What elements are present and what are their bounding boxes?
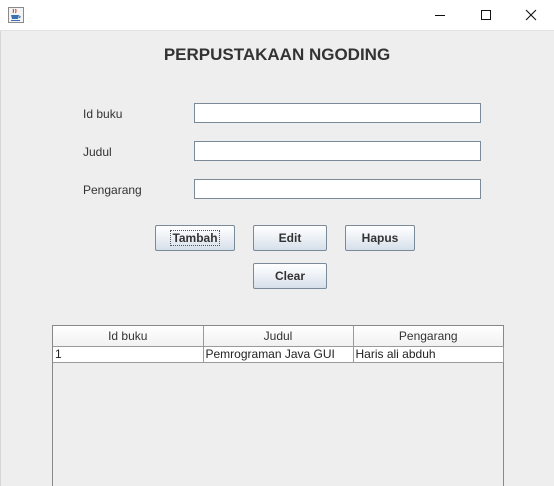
close-icon <box>525 9 537 21</box>
buku-table-grid: Id buku Judul Pengarang 1 Pemrograman Ja… <box>53 326 504 363</box>
judul-label: Judul <box>83 145 112 159</box>
table-header-row: Id buku Judul Pengarang <box>53 326 503 347</box>
clear-button[interactable]: Clear <box>253 263 327 289</box>
column-header-pengarang[interactable]: Pengarang <box>353 326 503 347</box>
column-header-judul[interactable]: Judul <box>203 326 354 347</box>
minimize-button[interactable] <box>417 0 463 30</box>
maximize-icon <box>481 10 491 20</box>
table-cell-id-buku[interactable]: 1 <box>53 346 204 363</box>
window-border <box>0 31 1 486</box>
title-bar[interactable] <box>0 0 554 31</box>
edit-button-label: Edit <box>278 231 302 245</box>
buku-table[interactable]: Id buku Judul Pengarang 1 Pemrograman Ja… <box>52 325 504 486</box>
minimize-icon <box>435 15 445 16</box>
hapus-button-label: Hapus <box>361 231 399 245</box>
table-cell-pengarang[interactable]: Haris ali abduh <box>353 346 504 363</box>
java-coffee-icon <box>8 7 24 23</box>
tambah-button[interactable]: Tambah <box>155 225 235 251</box>
tambah-button-label: Tambah <box>170 230 220 246</box>
table-cell-judul[interactable]: Pemrograman Java GUI <box>203 346 354 363</box>
table-row[interactable]: 1 Pemrograman Java GUI Haris ali abduh <box>53 346 504 363</box>
judul-input[interactable] <box>194 141 481 161</box>
hapus-button[interactable]: Hapus <box>345 225 415 251</box>
pengarang-input[interactable] <box>194 179 481 199</box>
id-buku-input[interactable] <box>194 103 481 123</box>
id-buku-label: Id buku <box>83 107 123 121</box>
page-title: PERPUSTAKAAN NGODING <box>163 45 391 64</box>
column-header-id-buku[interactable]: Id buku <box>53 326 204 347</box>
clear-button-label: Clear <box>274 269 306 283</box>
pengarang-label: Pengarang <box>83 183 142 197</box>
maximize-button[interactable] <box>463 0 509 30</box>
close-button[interactable] <box>508 0 554 30</box>
edit-button[interactable]: Edit <box>253 225 327 251</box>
